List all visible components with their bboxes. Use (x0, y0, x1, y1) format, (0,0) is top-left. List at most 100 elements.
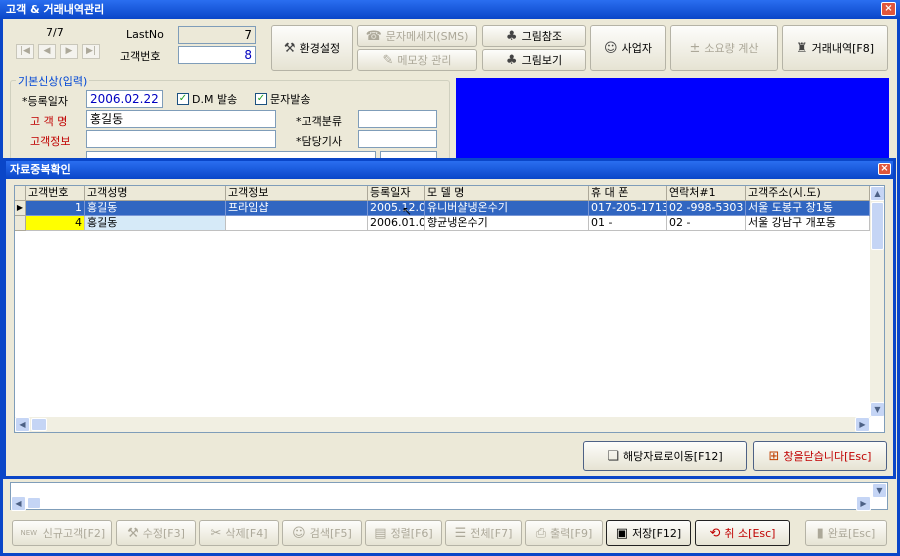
lower-scroll-down-icon[interactable]: ▼ (872, 483, 887, 498)
reg-date-label: *등록일자 (22, 95, 68, 108)
scroll-up-icon[interactable]: ▲ (870, 186, 884, 201)
tree-icon: ♣ (505, 28, 518, 44)
table-cell[interactable]: 향균냉온수기 (425, 216, 589, 231)
dialog-close-icon[interactable]: × (878, 163, 891, 175)
pic-view-button[interactable]: ♣ 그림보기 (482, 49, 586, 71)
print-button[interactable]: ⎙ 출력[F9] (525, 520, 603, 546)
document-icon: ❏ (607, 448, 619, 464)
row-indicator-icon: ▶ (15, 201, 26, 216)
table-cell[interactable]: 02 - (667, 216, 746, 231)
done-button[interactable]: ▮ 완료[Esc] (805, 520, 887, 546)
pic-ref-button[interactable]: ♣ 그림참조 (482, 25, 586, 47)
goto-record-button[interactable]: ❏ 해당자료로이동[F12] (583, 441, 747, 471)
table-cell[interactable]: 01 - (589, 216, 667, 231)
first-record-icon[interactable]: |◀ (16, 44, 34, 59)
info-field[interactable] (86, 130, 276, 148)
basic-info-group-label: 기본신상(입력) (16, 73, 90, 89)
custno-field[interactable]: 8 (178, 46, 256, 64)
delete-button[interactable]: ✂ 삭제[F4] (199, 520, 279, 546)
duplicate-check-dialog: 자료중복확인 × 고객번호 고객성명 고객정보 등록일자 모 델 명 휴 대 폰… (3, 158, 896, 479)
table-cell[interactable]: 2005.12.01 (368, 201, 425, 216)
grid-header[interactable]: 휴 대 폰 (589, 186, 667, 201)
lastno-label: LastNo (126, 28, 164, 41)
scroll-left-icon[interactable]: ◀ (15, 417, 30, 432)
table-cell[interactable]: 02 -998-5303 (667, 201, 746, 216)
lower-scroll-right-icon[interactable]: ▶ (856, 496, 871, 511)
category-label: *고객분류 (296, 115, 342, 128)
grid-header[interactable]: 고객번호 (26, 186, 85, 201)
lower-scroll-left-icon[interactable]: ◀ (11, 496, 26, 511)
new-customer-button[interactable]: NEW 신규고객[F2] (12, 520, 112, 546)
table-cell[interactable]: 프라임샵 (226, 201, 368, 216)
table-cell[interactable]: 홍길동 (85, 216, 226, 231)
cancel-button[interactable]: ⟲ 취 소[Esc] (695, 520, 790, 546)
category-field[interactable] (358, 110, 437, 128)
sms-button[interactable]: ☎ 문자메세지(SMS) (357, 25, 477, 47)
business-button[interactable]: ☺ 사업자 (590, 25, 666, 71)
row-indicator-icon (15, 216, 26, 231)
last-record-icon[interactable]: ▶| (82, 44, 100, 59)
cup-icon: ♜ (795, 40, 808, 56)
dialog-title: 자료중복확인 (10, 163, 71, 176)
all-button[interactable]: ☰ 전체[F7] (445, 520, 522, 546)
lower-grid[interactable] (10, 482, 888, 510)
scroll-down-icon[interactable]: ▼ (870, 402, 884, 417)
name-field[interactable]: 홍길동 (86, 110, 276, 128)
grid-corner (15, 186, 26, 201)
tools-icon: ⚒ (127, 525, 139, 541)
horizontal-scroll-thumb[interactable] (31, 418, 47, 431)
consumption-button[interactable]: ± 소요량 계산 (670, 25, 778, 71)
door-icon: ▮ (816, 525, 824, 541)
lower-horizontal-scroll-thumb[interactable] (27, 497, 41, 509)
search-icon: ☺ (292, 525, 306, 541)
memo-button[interactable]: ✎ 메모장 관리 (357, 49, 477, 71)
close-window-button[interactable]: ⊞ 창을닫습니다[Esc] (753, 441, 887, 471)
driver-field[interactable] (358, 130, 437, 148)
sms-checkbox[interactable]: ✓ 문자발송 (255, 91, 310, 107)
grid-header[interactable]: 등록일자 (368, 186, 425, 201)
save-button[interactable]: ▣ 저장[F12] (606, 520, 691, 546)
table-cell[interactable]: 서울 강남구 개포동 (746, 216, 870, 231)
next-record-icon[interactable]: ▶ (60, 44, 78, 59)
prev-record-icon[interactable]: ◀ (38, 44, 56, 59)
picture-preview (456, 78, 889, 160)
table-cell[interactable]: 서울 도봉구 창1동 (746, 201, 870, 216)
scissors-icon: ✂ (210, 525, 222, 541)
env-settings-button[interactable]: ⚒ 환경설정 (271, 25, 353, 71)
grid-header[interactable]: 연락처#1 (667, 186, 746, 201)
table-cell[interactable]: 1 (26, 201, 85, 216)
name-label: 고 객 명 (30, 115, 68, 128)
grid-header[interactable]: 모 델 명 (425, 186, 589, 201)
table-cell[interactable]: 2006.01.09 (368, 216, 425, 231)
mouse-cursor-icon: ↖ (402, 204, 413, 218)
table-cell[interactable] (226, 216, 368, 231)
grid-icon: ⊞ (768, 448, 780, 464)
tools-icon: ⚒ (283, 40, 296, 56)
grid-header[interactable]: 고객주소(시.도) (746, 186, 870, 201)
grid-header[interactable]: 고객정보 (226, 186, 368, 201)
custno-label: 고객번호 (120, 50, 161, 63)
window-close-icon[interactable]: × (881, 2, 896, 16)
table-cell[interactable]: 유니버샬냉온수기 (425, 201, 589, 216)
dm-checkbox[interactable]: ✓ D.M 발송 (177, 91, 237, 107)
calculator-icon: ± (689, 40, 701, 56)
vertical-scroll-thumb[interactable] (871, 202, 884, 250)
duplicate-grid[interactable]: 고객번호 고객성명 고객정보 등록일자 모 델 명 휴 대 폰 연락처#1 고객… (14, 185, 885, 433)
sort-button[interactable]: ▤ 정렬[F6] (365, 520, 442, 546)
phone-icon: ☎ (365, 28, 382, 44)
check-icon: ✓ (255, 93, 267, 105)
table-cell[interactable]: 017-205-1713 (589, 201, 667, 216)
edit-button[interactable]: ⚒ 수정[F3] (116, 520, 196, 546)
grid-header[interactable]: 고객성명 (85, 186, 226, 201)
grid-horizontal-scrollbar[interactable] (15, 417, 870, 432)
table-cell[interactable]: 4 (26, 216, 85, 231)
history-button[interactable]: ♜ 거래내역[F8] (782, 25, 888, 71)
lastno-field: 7 (178, 26, 256, 44)
reg-date-field[interactable]: 2006.02.22 (86, 90, 163, 108)
record-counter: 7/7 (46, 26, 64, 39)
search-button[interactable]: ☺ 검색[F5] (282, 520, 362, 546)
driver-label: *담당기사 (296, 135, 342, 148)
table-cell[interactable]: 홍길동 (85, 201, 226, 216)
window-titlebar: 고객 & 거래내역관리 × (0, 0, 900, 19)
scroll-right-icon[interactable]: ▶ (855, 417, 870, 432)
